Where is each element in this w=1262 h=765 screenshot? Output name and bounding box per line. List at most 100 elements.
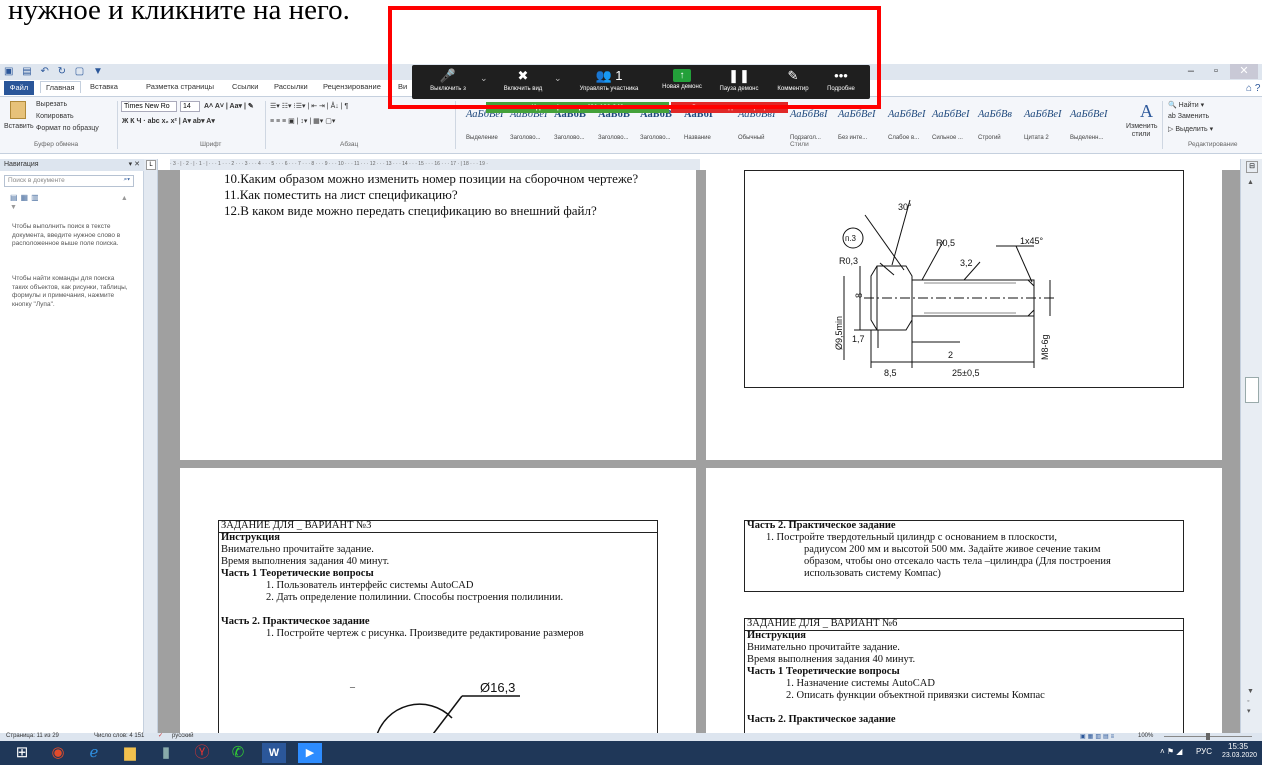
windows-start-icon[interactable]: ⊞ bbox=[10, 743, 34, 763]
style-preview[interactable]: АаБбВеІ bbox=[888, 109, 926, 120]
zoom-taskbar-icon[interactable]: ▶ bbox=[298, 743, 322, 763]
view-mode-buttons[interactable]: ▣▦▥▤≡ bbox=[1080, 733, 1116, 740]
vertical-scrollbar[interactable]: ⊟ ▲ ▼ ◦ ▾ bbox=[1240, 159, 1262, 733]
navigation-mode-tabs[interactable]: ▤▦▥ ▲ ▼ bbox=[10, 193, 143, 211]
style-label: Заголово... bbox=[554, 135, 585, 141]
style-label: Строгий bbox=[978, 135, 1001, 141]
alignment-buttons[interactable]: ≡ ≡ ≡ ▣ | ↕▾ | ▦▾ ▢▾ bbox=[270, 117, 335, 125]
manage-participants-button[interactable]: 👥 1 Управлять участника bbox=[564, 65, 654, 99]
tab-stop-selector[interactable]: L bbox=[146, 160, 156, 170]
word-taskbar-icon[interactable]: W bbox=[262, 743, 286, 763]
tab-insert[interactable]: Вставка bbox=[90, 82, 118, 91]
variant-6-title-line bbox=[744, 630, 1184, 631]
app-icon[interactable]: ▮ bbox=[154, 743, 178, 763]
replace-button[interactable]: ab Заменить bbox=[1168, 113, 1209, 120]
scroll-up-arrow[interactable]: ▲ bbox=[1247, 179, 1254, 186]
ruler-toggle-icon[interactable]: ⊟ bbox=[1246, 161, 1258, 173]
help-icon[interactable]: ⌂ ? bbox=[1246, 83, 1260, 94]
search-icon[interactable]: ⌕▾ bbox=[124, 176, 130, 184]
dim-85: 8,5 bbox=[884, 368, 897, 378]
video-chevron-icon[interactable]: ⌄ bbox=[554, 73, 562, 84]
paste-button[interactable]: Вставить bbox=[4, 123, 34, 130]
file-explorer-icon[interactable]: ▆ bbox=[118, 743, 142, 763]
more-label: Подробне bbox=[827, 86, 855, 92]
restore-button[interactable]: ▫ bbox=[1205, 64, 1227, 79]
page-bottom-left: ЗАДАНИЕ ДЛЯ _ ВАРИАНТ №3 Инструкция Вним… bbox=[180, 468, 696, 733]
page-count[interactable]: Страница: 11 из 29 bbox=[6, 733, 59, 739]
spellcheck-icon[interactable]: ✓ bbox=[158, 732, 163, 739]
word-count[interactable]: Число слов: 4 151 bbox=[94, 733, 144, 739]
dim-17: 1,7 bbox=[852, 334, 865, 344]
annotate-label: Комментир bbox=[777, 86, 809, 92]
internet-explorer-icon[interactable]: ℯ bbox=[82, 743, 106, 763]
tab-home[interactable]: Главная bbox=[40, 81, 81, 93]
tab-review[interactable]: Рецензирование bbox=[323, 82, 381, 91]
more-button[interactable]: ••• Подробне bbox=[818, 65, 864, 99]
annotate-button[interactable]: ✎ Комментир bbox=[768, 65, 818, 99]
style-preview[interactable]: АаБбВв bbox=[978, 109, 1012, 120]
mute-chevron-icon[interactable]: ⌄ bbox=[480, 73, 488, 84]
minimize-button[interactable]: – bbox=[1180, 64, 1202, 79]
font-grow-shrink-buttons[interactable]: A˄ A˅ | Aa▾ | ✎ bbox=[204, 102, 254, 110]
format-painter-button[interactable]: Формат по образцу bbox=[36, 125, 99, 132]
language-indicator[interactable]: русский bbox=[172, 733, 194, 739]
variant-3-instruction-heading: Инструкция bbox=[221, 532, 280, 543]
share-up-icon: ↑ bbox=[673, 69, 691, 82]
style-preview[interactable]: АаБбВеІ bbox=[932, 109, 970, 120]
style-label: Выделение bbox=[466, 135, 498, 141]
select-button[interactable]: ▷ Выделить ▾ bbox=[1168, 125, 1213, 133]
page-top-right: 30° п.3 R0,5 1x45° R0,3 3,2 8 Ø9,5min 1,… bbox=[706, 170, 1222, 460]
style-preview[interactable]: АаБбВеІ bbox=[1070, 109, 1108, 120]
mute-button[interactable]: 🎤 Выключить з bbox=[418, 65, 478, 99]
clock-time[interactable]: 15:35 bbox=[1228, 742, 1248, 751]
cut-button[interactable]: Вырезать bbox=[36, 101, 67, 108]
find-button[interactable]: 🔍 Найти ▾ bbox=[1168, 101, 1204, 109]
tab-references[interactable]: Ссылки bbox=[232, 82, 258, 91]
style-preview[interactable]: АаБбВвІ bbox=[790, 109, 827, 120]
style-preview[interactable]: АаБбВеІ bbox=[1024, 109, 1062, 120]
zoom-slider-thumb[interactable] bbox=[1206, 733, 1210, 740]
whatsapp-icon[interactable]: ✆ bbox=[226, 743, 250, 763]
stop-share-button[interactable]: ■ Остановить демонстрацию bbox=[671, 102, 788, 113]
change-styles-button[interactable]: Изменить стили bbox=[1126, 123, 1158, 139]
mute-label: Выключить з bbox=[430, 86, 466, 92]
manage-participants-label: Управлять участника bbox=[579, 86, 639, 92]
tab-file[interactable]: Файл bbox=[4, 81, 34, 95]
zoom-level[interactable]: 100% bbox=[1138, 733, 1153, 739]
dim-p3: п.3 bbox=[845, 234, 857, 243]
meeting-id-badge[interactable]: Идентификатор: 491-120-946 bbox=[486, 102, 669, 113]
tab-page-layout[interactable]: Разметка страницы bbox=[146, 82, 214, 91]
font-format-buttons[interactable]: Ж К Ч · abc x₂ x² | A▾ ab▾ A▾ bbox=[122, 117, 215, 125]
input-language[interactable]: РУС bbox=[1196, 747, 1212, 756]
video-off-icon: ✖ bbox=[517, 68, 529, 83]
font-name-select[interactable]: Times New Ro bbox=[121, 101, 177, 112]
tab-mailings[interactable]: Рассылки bbox=[274, 82, 308, 91]
start-video-button[interactable]: ✖ Включить вид bbox=[492, 65, 554, 99]
tray-icons[interactable]: ˄ ⚑ ◢ bbox=[1160, 747, 1182, 756]
tab-view[interactable]: Ви bbox=[398, 82, 407, 91]
close-navigation-icon[interactable]: ▾ ✕ bbox=[129, 160, 140, 168]
navigation-search-input[interactable]: Поиск в документе ⌕▾ bbox=[4, 175, 134, 187]
font-size-select[interactable]: 14 bbox=[180, 101, 200, 112]
quick-access-toolbar[interactable]: ▣ ▤ ↶ ↻ ▢ ▼ bbox=[4, 66, 106, 77]
dim-32: 3,2 bbox=[960, 258, 973, 268]
variant-3-title-line bbox=[218, 532, 658, 533]
yandex-browser-icon[interactable]: Ⓨ bbox=[190, 743, 214, 763]
scroll-thumb[interactable] bbox=[1245, 377, 1259, 403]
horizontal-ruler: · 3 · | · 2 · | · 1 · | · · · 1 · · · 2 … bbox=[170, 159, 700, 170]
close-button[interactable]: ✕ bbox=[1230, 64, 1258, 79]
variant-3-read: Внимательно прочитайте задание. bbox=[221, 544, 374, 555]
new-share-label: Новая демонс bbox=[662, 84, 702, 90]
scroll-page-buttons[interactable]: ▼ ◦ ▾ bbox=[1247, 687, 1254, 717]
clock-date[interactable]: 23.03.2020 bbox=[1222, 752, 1257, 759]
pause-share-button[interactable]: ❚❚ Пауза демонс bbox=[710, 65, 768, 99]
part2-heading: Часть 2. Практическое задание bbox=[747, 520, 896, 531]
copy-button[interactable]: Копировать bbox=[36, 113, 74, 120]
new-share-button[interactable]: ↑ Новая демонс bbox=[654, 65, 710, 99]
style-preview[interactable]: АаБбВеІ bbox=[838, 109, 876, 120]
list-buttons[interactable]: ☰▾ ☷▾ ⁝☰▾ | ⇤ ⇥ | Å↓ | ¶ bbox=[270, 102, 348, 110]
variant-6-read: Внимательно прочитайте задание. bbox=[747, 642, 900, 653]
dim-chamfer: 1x45° bbox=[1020, 236, 1044, 246]
browser-icon[interactable]: ◉ bbox=[46, 743, 70, 763]
group-divider bbox=[265, 101, 266, 149]
